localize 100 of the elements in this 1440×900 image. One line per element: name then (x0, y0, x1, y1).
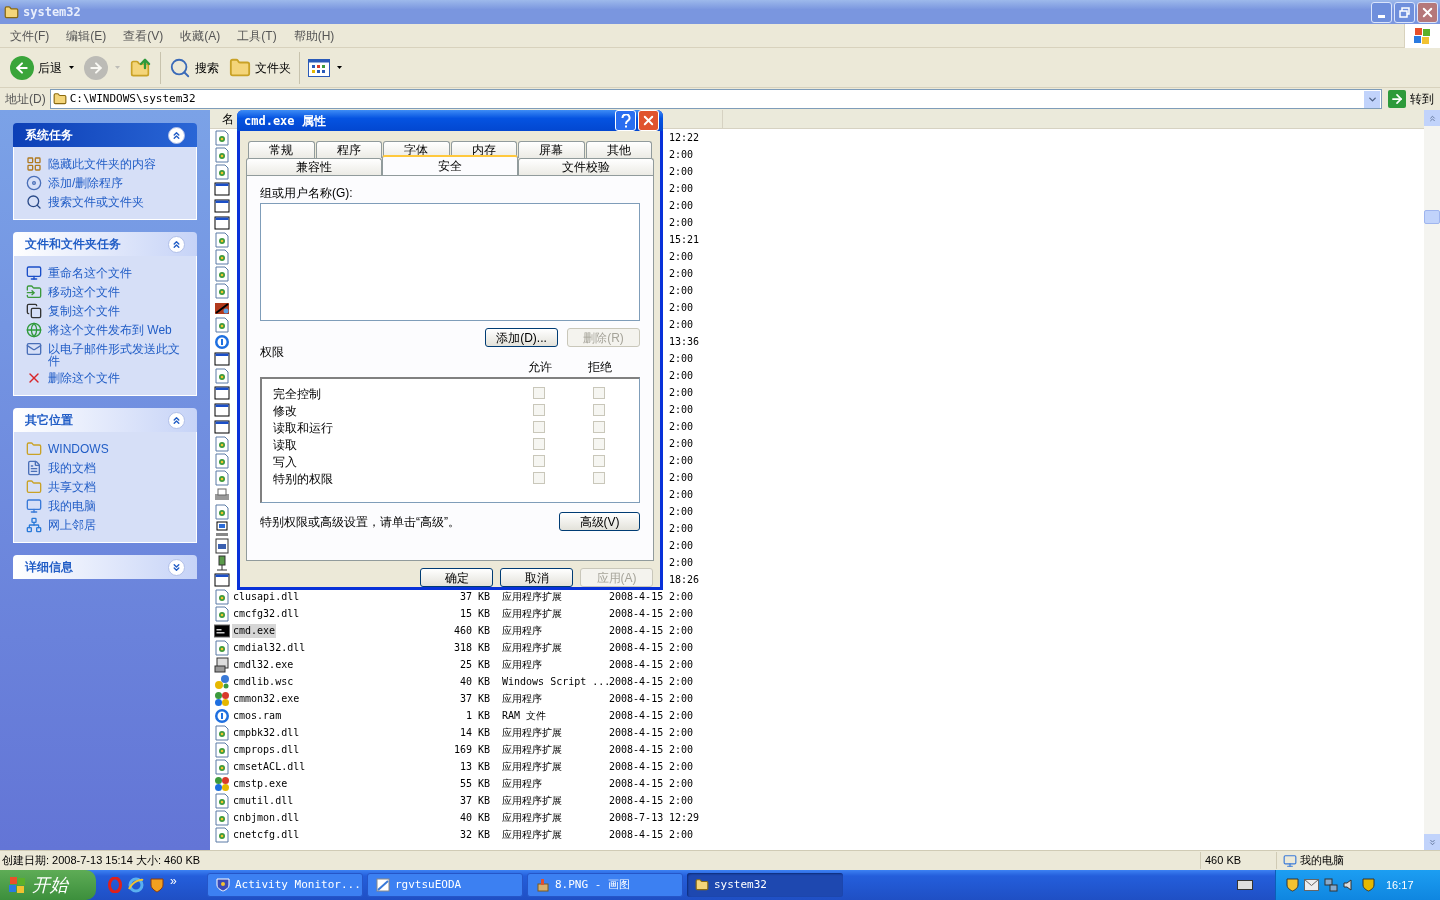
task-link[interactable]: 搜索文件或文件夹 (48, 194, 144, 208)
folders-button[interactable]: 文件夹 (227, 51, 300, 84)
scroll-thumb[interactable] (1424, 210, 1440, 224)
file-time[interactable]: 2:00 (669, 300, 694, 315)
file-time[interactable]: 18:26 (669, 572, 700, 587)
file-time[interactable]: 12:22 (669, 130, 700, 145)
ring-icon[interactable] (108, 877, 122, 893)
tab[interactable]: 文件校验 (518, 158, 654, 175)
deny-checkbox[interactable] (593, 471, 605, 484)
file-name[interactable]: cmstp.exe (232, 776, 289, 791)
file-time[interactable]: 2:00 (669, 504, 694, 519)
taskbar-button[interactable]: Activity Monitor... (207, 873, 363, 897)
task-link[interactable]: 将这个文件发布到 Web (48, 322, 172, 336)
file-name[interactable]: cmprops.dll (232, 742, 301, 757)
allow-checkbox[interactable] (533, 471, 545, 484)
file-time[interactable]: 2:00 (669, 538, 694, 553)
collapse-icon[interactable] (168, 411, 185, 429)
pane-header[interactable]: 系统任务 (13, 123, 197, 147)
shield-icon[interactable] (150, 877, 164, 893)
task-link[interactable]: 删除这个文件 (48, 370, 120, 384)
file-name[interactable]: cmutil.dll (232, 793, 295, 808)
file-time[interactable]: 2:00 (669, 385, 694, 400)
scroll-down-icon[interactable] (1424, 834, 1440, 850)
file-name[interactable]: cmdl32.exe (232, 657, 295, 672)
pane-header[interactable]: 详细信息 (13, 555, 197, 579)
file-time[interactable]: 2:00 (669, 419, 694, 434)
restore-icon[interactable] (1394, 1, 1415, 23)
task-link[interactable]: 移动这个文件 (48, 284, 120, 298)
allow-checkbox[interactable] (533, 386, 545, 399)
task-link[interactable]: 我的电脑 (48, 498, 96, 512)
file-time[interactable]: 2:00 (669, 368, 694, 383)
dropdown-icon[interactable] (1364, 90, 1380, 108)
file-time[interactable]: 2:00 (669, 555, 694, 570)
file-name[interactable]: cmpbk32.dll (232, 725, 301, 740)
deny-checkbox[interactable] (593, 454, 605, 467)
file-time[interactable]: 2:00 (669, 147, 694, 162)
task-link[interactable]: 重命名这个文件 (48, 265, 132, 279)
task-link[interactable]: 共享文档 (48, 479, 96, 493)
scrollbar[interactable] (1424, 110, 1440, 850)
file-time[interactable]: 13:36 (669, 334, 700, 349)
file-time[interactable]: 2:00 (669, 470, 694, 485)
menu-item[interactable]: 编辑(E) (66, 26, 107, 45)
scroll-up-icon[interactable] (1424, 110, 1440, 126)
mail-icon[interactable] (1304, 879, 1319, 891)
file-time[interactable]: 2:00 (669, 351, 694, 366)
menu-item[interactable]: 收藏(A) (180, 26, 221, 45)
task-link[interactable]: 我的文档 (48, 460, 96, 474)
file-time[interactable]: 2:00 (669, 453, 694, 468)
dialog-button[interactable]: 取消 (500, 568, 573, 587)
task-link[interactable]: 网上邻居 (48, 517, 96, 531)
dialog-button[interactable]: 添加(D)... (485, 328, 558, 347)
more-chevron[interactable]: » (170, 872, 177, 890)
browser-icon[interactable] (128, 877, 144, 893)
up-button[interactable] (128, 51, 161, 84)
file-name[interactable]: cmdial32.dll (232, 640, 307, 655)
network-icon[interactable] (1324, 878, 1338, 892)
allow-checkbox[interactable] (533, 403, 545, 416)
shield-icon[interactable] (1362, 878, 1375, 892)
file-time[interactable]: 15:21 (669, 232, 700, 247)
file-name[interactable]: cmd.exe (232, 623, 277, 638)
taskbar-button[interactable]: system32 (687, 873, 843, 897)
dialog-button[interactable]: 确定 (420, 568, 493, 587)
task-link[interactable]: 复制这个文件 (48, 303, 120, 317)
pane-header[interactable]: 文件和文件夹任务 (13, 232, 197, 256)
search-button[interactable]: 搜索 (167, 51, 221, 84)
collapse-icon[interactable] (168, 235, 185, 253)
file-time[interactable]: 2:00 (669, 198, 694, 213)
file-time[interactable]: 2:00 (669, 215, 694, 230)
close-icon[interactable] (1417, 1, 1438, 23)
go-button[interactable]: 转到 (1388, 90, 1434, 108)
allow-checkbox[interactable] (533, 454, 545, 467)
deny-checkbox[interactable] (593, 386, 605, 399)
file-time[interactable]: 2:00 (669, 283, 694, 298)
allow-checkbox[interactable] (533, 420, 545, 433)
menu-item[interactable]: 帮助(H) (293, 26, 335, 45)
file-time[interactable]: 2:00 (669, 521, 694, 536)
task-link[interactable]: 添加/删除程序 (48, 175, 124, 189)
column-header[interactable]: 名 (222, 112, 234, 126)
tab[interactable]: 屏幕 (518, 141, 585, 158)
tab[interactable]: 兼容性 (246, 158, 382, 175)
menu-item[interactable]: 查看(V) (123, 26, 164, 45)
file-time[interactable]: 2:00 (669, 436, 694, 451)
file-name[interactable]: cmmon32.exe (232, 691, 301, 706)
collapse-icon[interactable] (168, 126, 185, 144)
taskbar-button[interactable]: 8.PNG - 画图 (527, 873, 683, 897)
file-name[interactable]: cnetcfg.dll (232, 827, 301, 842)
file-time[interactable]: 2:00 (669, 164, 694, 179)
taskbar-button[interactable]: rgvtsuEODA (367, 873, 523, 897)
minimize-icon[interactable] (1371, 1, 1392, 23)
menu-item[interactable]: 工具(T) (237, 26, 277, 45)
users-list[interactable] (260, 203, 640, 321)
file-time[interactable]: 2:00 (669, 181, 694, 196)
file-name[interactable]: clusapi.dll (232, 589, 301, 604)
file-name[interactable]: cmos.ram (232, 708, 283, 723)
keyboard-icon[interactable] (1237, 880, 1253, 890)
file-time[interactable]: 2:00 (669, 266, 694, 281)
expand-icon[interactable] (168, 558, 185, 576)
file-name[interactable]: cmdlib.wsc (232, 674, 295, 689)
allow-checkbox[interactable] (533, 437, 545, 450)
address-field[interactable]: C:\WINDOWS\system32 (49, 89, 1382, 109)
